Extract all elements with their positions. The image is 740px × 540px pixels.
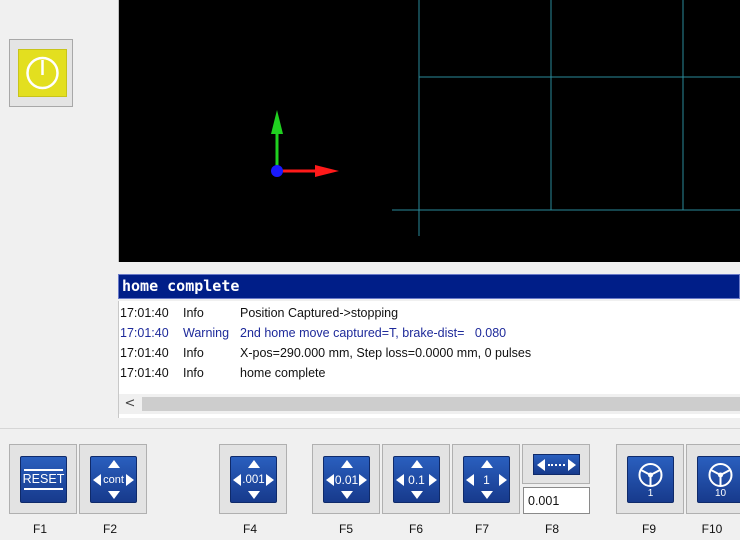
message-log[interactable]: 17:01:40 Info Position Captured->stoppin… bbox=[118, 301, 740, 418]
f10-key-label: F10 bbox=[701, 522, 723, 536]
log-message: X-pos=290.000 mm, Step loss=0.0000 mm, 0… bbox=[240, 346, 532, 360]
reset-label: RESET bbox=[22, 472, 65, 486]
f8-key-label: F8 bbox=[544, 522, 559, 536]
step-001-button[interactable]: .001 bbox=[219, 444, 287, 514]
arrow-left-icon bbox=[537, 459, 545, 471]
log-level: Info bbox=[183, 306, 204, 320]
arrow-up-icon bbox=[248, 460, 260, 468]
machine-grid bbox=[392, 0, 740, 236]
log-level: Info bbox=[183, 346, 204, 360]
arrow-up-icon bbox=[411, 460, 423, 468]
power-button-face[interactable] bbox=[18, 49, 67, 97]
log-level: Warning bbox=[183, 326, 230, 340]
log-row: 17:01:40 Info Position Captured->stoppin… bbox=[120, 303, 398, 323]
reset-bottom-rule bbox=[24, 488, 63, 490]
scrollbar-thumb[interactable] bbox=[142, 397, 740, 411]
reset-top-rule bbox=[24, 469, 63, 471]
step-001-label: .001 bbox=[242, 474, 265, 486]
toolpath-viewport[interactable] bbox=[118, 0, 740, 262]
f9-key-label: F9 bbox=[641, 522, 656, 536]
log-time: 17:01:40 bbox=[120, 326, 169, 340]
status-bar: home complete bbox=[118, 274, 740, 299]
arrow-up-icon bbox=[481, 460, 493, 468]
f2-key-label: F2 bbox=[102, 522, 117, 536]
custom-step-face[interactable] bbox=[533, 454, 580, 475]
reset-button[interactable]: RESET bbox=[9, 444, 77, 514]
step-0-01-label: 0.01 bbox=[334, 473, 359, 487]
f5-key-label: F5 bbox=[338, 522, 353, 536]
step-0-01-face[interactable]: 0.01 bbox=[323, 456, 370, 503]
log-message: home complete bbox=[240, 366, 326, 380]
log-time: 17:01:40 bbox=[120, 366, 169, 380]
step-1-label: 1 bbox=[483, 473, 490, 487]
step-001-face[interactable]: .001 bbox=[230, 456, 277, 503]
jog-mode-label: cont bbox=[103, 474, 124, 486]
log-row: 17:01:40 Warning 2nd home move captured=… bbox=[120, 323, 506, 343]
f4-key-label: F4 bbox=[242, 522, 257, 536]
log-time: 17:01:40 bbox=[120, 346, 169, 360]
custom-step-button[interactable] bbox=[522, 444, 590, 484]
arrow-up-icon bbox=[341, 460, 353, 468]
f1-key-label: F1 bbox=[32, 522, 47, 536]
f6-key-label: F6 bbox=[408, 522, 423, 536]
step-0-1-face[interactable]: 0.1 bbox=[393, 456, 440, 503]
handwheel-x10-button[interactable]: 10 bbox=[686, 444, 740, 514]
handwheel-x10-label: 10 bbox=[714, 488, 727, 499]
z-axis-marker bbox=[271, 165, 283, 177]
handwheel-x1-label: 1 bbox=[647, 488, 654, 499]
toolbar-divider bbox=[0, 428, 740, 429]
custom-step-input[interactable] bbox=[523, 487, 590, 514]
horizontal-scrollbar[interactable]: < bbox=[119, 394, 740, 414]
arrow-up-icon bbox=[108, 460, 120, 468]
arrow-down-icon bbox=[108, 491, 120, 499]
jog-mode-face[interactable]: cont bbox=[90, 456, 137, 503]
power-icon bbox=[26, 56, 59, 90]
arrow-down-icon bbox=[411, 491, 423, 499]
dotted-line-icon bbox=[548, 464, 565, 466]
arrow-right-icon bbox=[568, 459, 576, 471]
jog-mode-button[interactable]: cont bbox=[79, 444, 147, 514]
log-row: 17:01:40 Info X-pos=290.000 mm, Step los… bbox=[120, 343, 531, 363]
y-axis-arrow bbox=[271, 110, 283, 134]
step-0-1-button[interactable]: 0.1 bbox=[382, 444, 450, 514]
arrow-down-icon bbox=[248, 491, 260, 499]
handwheel-x1-face[interactable]: 1 bbox=[627, 456, 674, 503]
step-1-button[interactable]: 1 bbox=[452, 444, 520, 514]
log-message: Position Captured->stopping bbox=[240, 306, 399, 320]
axis-triad bbox=[271, 110, 339, 177]
step-0-01-button[interactable]: 0.01 bbox=[312, 444, 380, 514]
step-1-face[interactable]: 1 bbox=[463, 456, 510, 503]
f7-key-label: F7 bbox=[474, 522, 489, 536]
power-button[interactable] bbox=[9, 39, 73, 107]
handwheel-x10-face[interactable]: 10 bbox=[697, 456, 740, 503]
arrow-down-icon bbox=[481, 491, 493, 499]
step-0-1-label: 0.1 bbox=[408, 473, 425, 487]
scroll-left-button[interactable]: < bbox=[121, 394, 139, 414]
log-message: 2nd home move captured=T, brake-dist= 0.… bbox=[240, 326, 507, 340]
log-time: 17:01:40 bbox=[120, 306, 169, 320]
log-level: Info bbox=[183, 366, 204, 380]
viewport-canvas bbox=[271, 0, 740, 236]
arrow-down-icon bbox=[341, 491, 353, 499]
log-row: 17:01:40 Info home complete bbox=[120, 363, 325, 383]
x-axis-arrow bbox=[315, 165, 339, 177]
handwheel-x1-button[interactable]: 1 bbox=[616, 444, 684, 514]
reset-button-face[interactable]: RESET bbox=[20, 456, 67, 503]
